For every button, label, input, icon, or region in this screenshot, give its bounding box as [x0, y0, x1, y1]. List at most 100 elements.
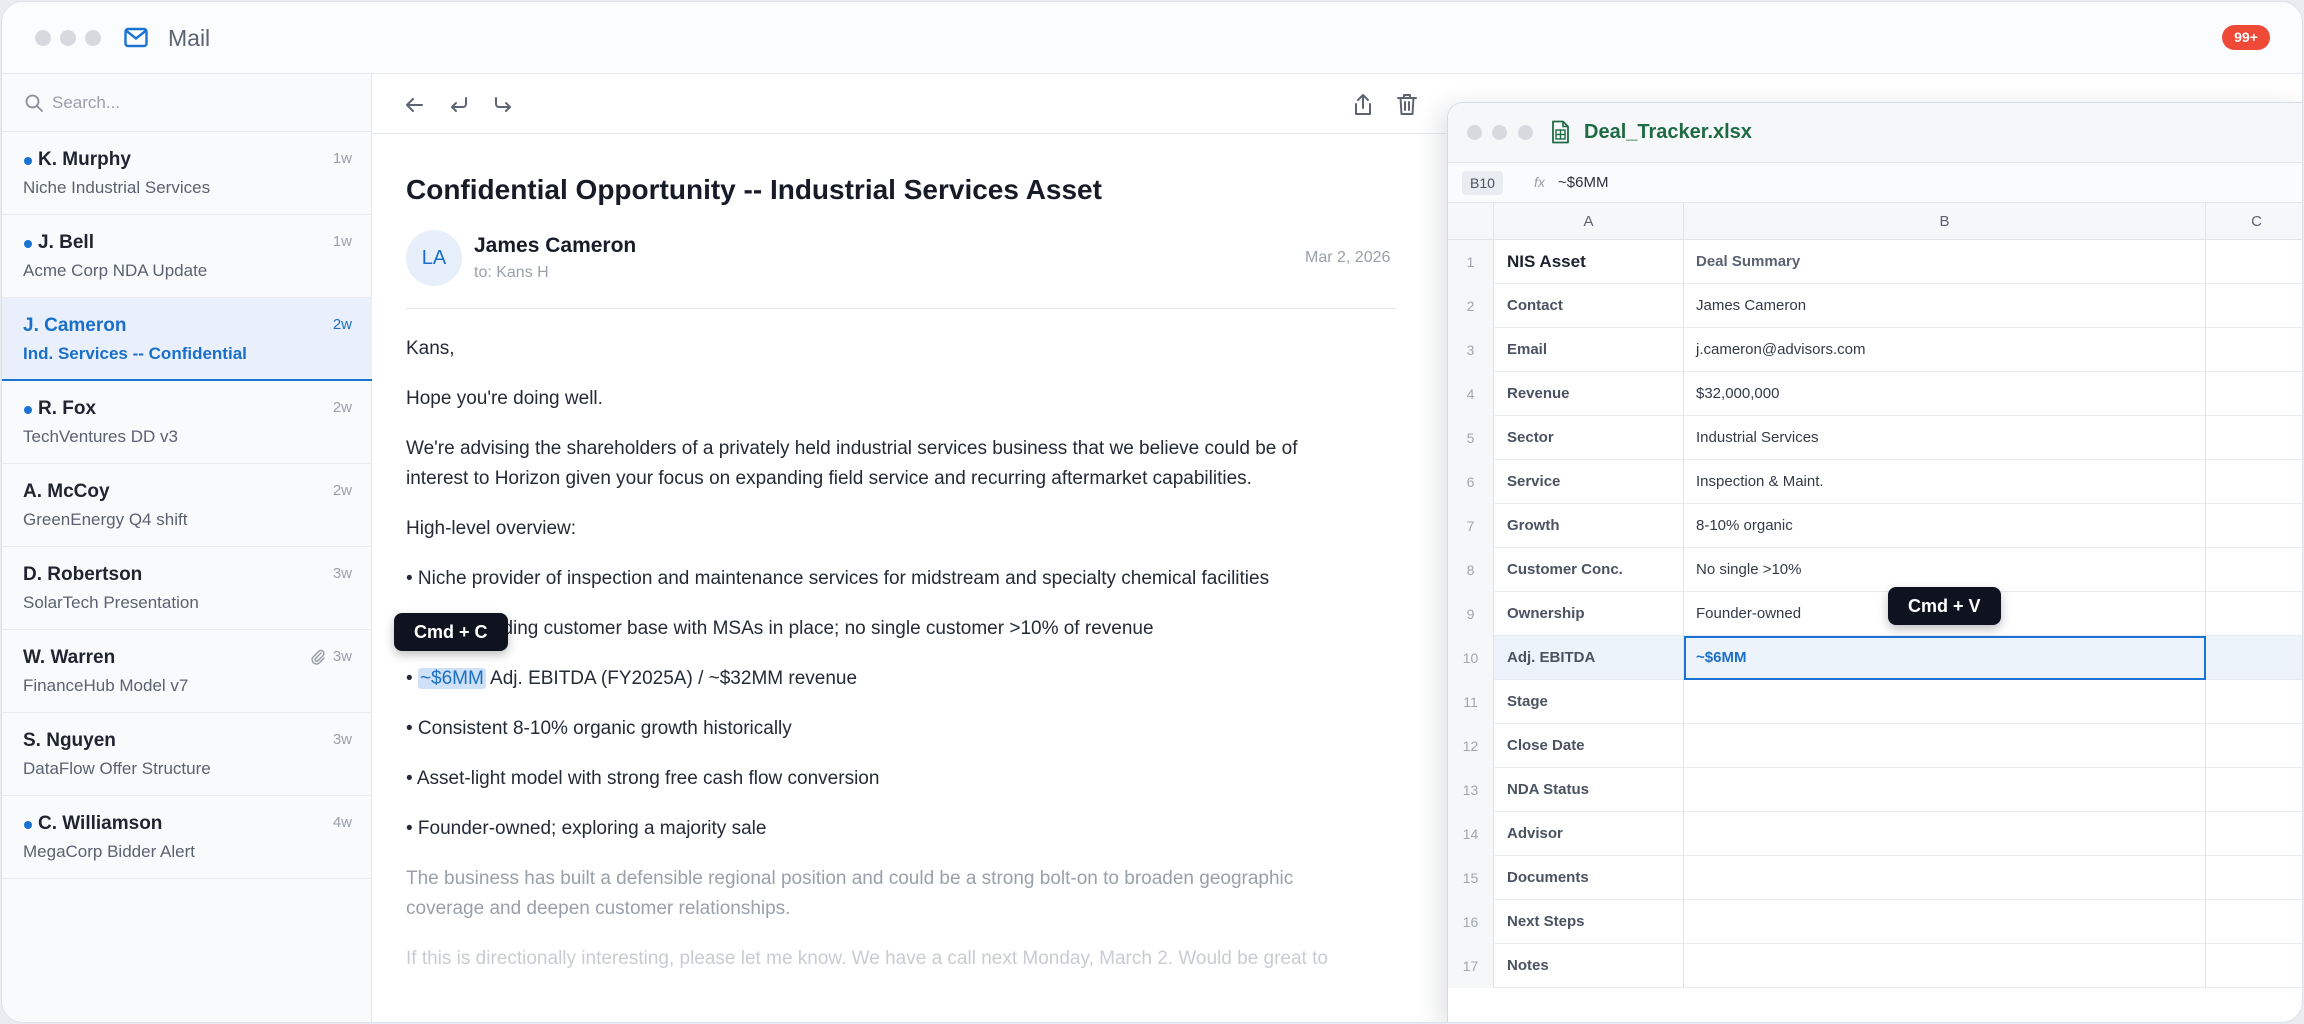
cell-column-c[interactable] — [2206, 724, 2302, 768]
cell-column-a[interactable]: NIS Asset — [1494, 240, 1684, 284]
row-number[interactable]: 15 — [1448, 856, 1494, 900]
cell-column-a[interactable]: NDA Status — [1494, 768, 1684, 812]
back-arrow-icon[interactable] — [401, 92, 427, 118]
row-number[interactable]: 12 — [1448, 724, 1494, 768]
row-number[interactable]: 13 — [1448, 768, 1494, 812]
notification-badge[interactable]: 99+ — [2222, 25, 2270, 50]
row-number[interactable]: 1 — [1448, 240, 1494, 284]
cell-column-b[interactable]: Inspection & Maint. — [1684, 460, 2206, 504]
row-number[interactable]: 14 — [1448, 812, 1494, 856]
sheet-minimize-button[interactable] — [1492, 125, 1507, 140]
mail-list-item[interactable]: R. Fox TechVentures DD v3 2w — [2, 381, 372, 464]
row-number[interactable]: 7 — [1448, 504, 1494, 548]
cell-column-a[interactable]: Documents — [1494, 856, 1684, 900]
selected-text-highlight[interactable]: ~$6MM — [417, 668, 486, 689]
window-zoom-button[interactable] — [85, 30, 101, 46]
mail-list-item[interactable]: S. Nguyen DataFlow Offer Structure 3w — [2, 713, 372, 796]
row-number[interactable]: 16 — [1448, 900, 1494, 944]
share-icon[interactable] — [1350, 92, 1376, 118]
cell-column-b[interactable] — [1684, 944, 2206, 988]
row-number[interactable]: 3 — [1448, 328, 1494, 372]
cell-column-a[interactable]: Email — [1494, 328, 1684, 372]
cell-column-c[interactable] — [2206, 240, 2302, 284]
cell-column-c[interactable] — [2206, 284, 2302, 328]
cell-column-c[interactable] — [2206, 812, 2302, 856]
cell-column-c[interactable] — [2206, 856, 2302, 900]
cell-column-a[interactable]: Service — [1494, 460, 1684, 504]
cell-column-a[interactable]: Next Steps — [1494, 900, 1684, 944]
column-header-c[interactable]: C — [2206, 203, 2302, 240]
column-header-b[interactable]: B — [1684, 203, 2206, 240]
cell-column-c[interactable] — [2206, 328, 2302, 372]
cell-column-a[interactable]: Contact — [1494, 284, 1684, 328]
column-header-a[interactable]: A — [1494, 203, 1684, 240]
cell-column-b[interactable]: No single >10% — [1684, 548, 2206, 592]
cell-column-a[interactable]: Notes — [1494, 944, 1684, 988]
mail-list-item[interactable]: J. Cameron Ind. Services -- Confidential 2… — [2, 298, 372, 381]
mail-list-item[interactable]: D. Robertson SolarTech Presentation 3w — [2, 547, 372, 630]
cell-column-c[interactable] — [2206, 636, 2302, 680]
cell-column-b[interactable] — [1684, 856, 2206, 900]
cell-column-b[interactable]: James Cameron — [1684, 284, 2206, 328]
cell-reference-box[interactable]: B10 — [1462, 171, 1503, 195]
cell-column-b[interactable]: Deal Summary — [1684, 240, 2206, 284]
sheet-row: 1 NIS Asset Deal Summary — [1448, 240, 2302, 284]
cell-column-a[interactable]: Revenue — [1494, 372, 1684, 416]
forward-icon[interactable] — [490, 92, 516, 118]
cell-column-c[interactable] — [2206, 768, 2302, 812]
sheet-zoom-button[interactable] — [1518, 125, 1533, 140]
cell-column-a[interactable]: Customer Conc. — [1494, 548, 1684, 592]
row-number[interactable]: 11 — [1448, 680, 1494, 724]
cell-column-c[interactable] — [2206, 944, 2302, 988]
search-input[interactable] — [52, 88, 352, 118]
cell-column-c[interactable] — [2206, 372, 2302, 416]
mail-list-item[interactable]: W. Warren FinanceHub Model v7 3w — [2, 630, 372, 713]
row-number[interactable]: 8 — [1448, 548, 1494, 592]
row-number[interactable]: 10 — [1448, 636, 1494, 680]
cell-column-b[interactable] — [1684, 768, 2206, 812]
mail-list-item[interactable]: K. Murphy Niche Industrial Services 1w — [2, 132, 372, 215]
mail-list-item[interactable]: J. Bell Acme Corp NDA Update 1w — [2, 215, 372, 298]
cell-column-a[interactable]: Growth — [1494, 504, 1684, 548]
row-number[interactable]: 4 — [1448, 372, 1494, 416]
formula-value[interactable]: ~$6MM — [1558, 174, 1608, 191]
cell-column-a[interactable]: Advisor — [1494, 812, 1684, 856]
cell-column-b[interactable]: 8-10% organic — [1684, 504, 2206, 548]
cell-column-b[interactable] — [1684, 680, 2206, 724]
active-cell-b10[interactable]: ~$6MM — [1684, 636, 2206, 680]
corner-cell[interactable] — [1448, 203, 1494, 240]
cell-column-c[interactable] — [2206, 460, 2302, 504]
cell-column-c[interactable] — [2206, 592, 2302, 636]
cell-column-a[interactable]: Stage — [1494, 680, 1684, 724]
cell-column-a[interactable]: Adj. EBITDA — [1494, 636, 1684, 680]
cell-column-b[interactable]: j.cameron@advisors.com — [1684, 328, 2206, 372]
cell-column-b[interactable] — [1684, 900, 2206, 944]
cell-column-c[interactable] — [2206, 416, 2302, 460]
cell-column-b[interactable] — [1684, 812, 2206, 856]
email-paragraph-line: We're advising the shareholders of a pri… — [406, 438, 1298, 459]
row-number[interactable]: 9 — [1448, 592, 1494, 636]
mail-sender: J. Bell — [38, 232, 94, 253]
cell-column-b[interactable] — [1684, 724, 2206, 768]
cell-column-c[interactable] — [2206, 680, 2302, 724]
row-number[interactable]: 2 — [1448, 284, 1494, 328]
cell-column-a[interactable]: Close Date — [1494, 724, 1684, 768]
cell-column-c[interactable] — [2206, 504, 2302, 548]
row-number[interactable]: 17 — [1448, 944, 1494, 988]
cell-column-b[interactable]: Industrial Services — [1684, 416, 2206, 460]
window-close-button[interactable] — [35, 30, 51, 46]
row-number[interactable]: 6 — [1448, 460, 1494, 504]
cell-column-b[interactable]: $32,000,000 — [1684, 372, 2206, 416]
row-number[interactable]: 5 — [1448, 416, 1494, 460]
reply-icon[interactable] — [446, 92, 472, 118]
cell-column-a[interactable]: Ownership — [1494, 592, 1684, 636]
mail-icon — [124, 27, 148, 48]
sheet-close-button[interactable] — [1467, 125, 1482, 140]
cell-column-a[interactable]: Sector — [1494, 416, 1684, 460]
trash-icon[interactable] — [1394, 92, 1420, 118]
cell-column-c[interactable] — [2206, 900, 2302, 944]
window-minimize-button[interactable] — [60, 30, 76, 46]
mail-list-item[interactable]: A. McCoy GreenEnergy Q4 shift 2w — [2, 464, 372, 547]
mail-list-item[interactable]: C. Williamson MegaCorp Bidder Alert 4w — [2, 796, 372, 879]
cell-column-c[interactable] — [2206, 548, 2302, 592]
